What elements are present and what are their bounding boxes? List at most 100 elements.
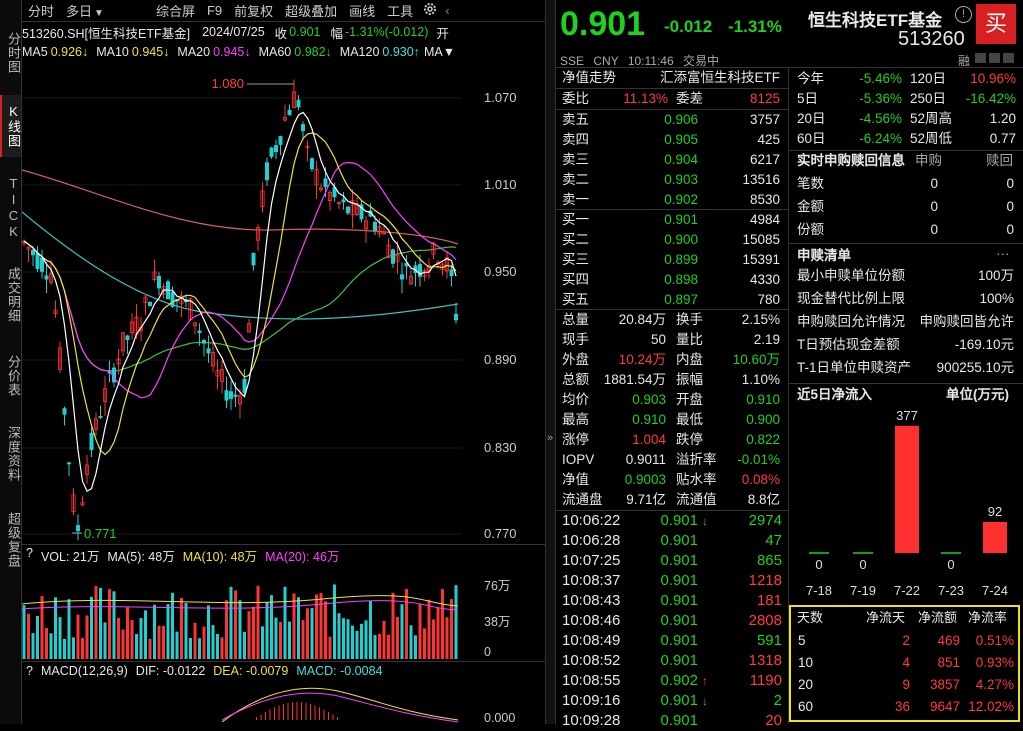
list-row-value: 申购赎回皆允许 <box>919 314 1015 329</box>
flow-unit: 单位(万元) <box>946 387 1009 402</box>
redeem-col-sell: 赎回 <box>986 153 1013 168</box>
ma5-label: MA5 <box>22 45 48 59</box>
list-row-value: -169.10元 <box>954 337 1014 352</box>
ma20-line <box>23 161 457 399</box>
buy-level-label: 买四 <box>562 272 589 287</box>
redeem-buy-value: 0 <box>930 222 938 237</box>
perf-value: -4.56% <box>859 111 902 126</box>
chart-info-bar: 513260.SH[恒生科技ETF基金] 2024/07/25 收 0.901 … <box>22 22 545 42</box>
tick-price: 0.901 <box>660 572 698 589</box>
macd-histogram <box>221 687 459 723</box>
tick-time: 10:09:16 <box>562 692 621 709</box>
buy-level-volume: 15391 <box>742 252 780 267</box>
ma-more-button[interactable]: MA▼ <box>424 45 455 59</box>
bar-date: 2024/07/25 <box>202 25 265 39</box>
volume-chart[interactable]: 76万 38万 0 <box>22 564 545 661</box>
sell-level-price: 0.903 <box>664 172 698 187</box>
vol-tick-3: 0 <box>484 645 491 659</box>
help-icon[interactable]: ? <box>26 664 33 682</box>
ma10-label: MA10 <box>96 45 129 59</box>
macd-chart[interactable]: 0.000 <box>22 682 545 724</box>
stat-label: 现手 <box>562 332 589 347</box>
redeem-title: 实时申购赎回信息 <box>797 153 905 168</box>
tab-depth-data[interactable]: 深度资料 <box>0 414 21 494</box>
stat-label: 换手 <box>676 312 703 327</box>
buy-button[interactable]: 买 <box>976 4 1016 44</box>
flow-days: 60 <box>798 699 814 714</box>
flow-category-label: 7-22 <box>894 583 920 598</box>
trading-status: 交易中 <box>683 54 720 68</box>
buy-level-price: 0.897 <box>664 292 698 307</box>
perf-label: 60日 <box>797 131 826 146</box>
tick-volume: 181 <box>756 592 782 609</box>
flow-title: 近5日净流入 <box>797 387 873 402</box>
tick-time: 10:08:52 <box>562 652 621 669</box>
panel-splitter[interactable]: » <box>545 0 556 724</box>
stat-value: -0.01% <box>737 452 780 467</box>
flow-table-header: 天数 <box>797 610 824 625</box>
perf-label: 52周低 <box>910 131 953 146</box>
ma5-line <box>23 111 457 493</box>
tick-price: 0.901 <box>660 512 698 529</box>
sell-level-label: 卖一 <box>562 192 589 207</box>
tick-volume: 47 <box>765 532 782 549</box>
chevron-left-icon[interactable]: ‹ <box>441 3 453 18</box>
buy-level-label: 买五 <box>562 292 589 307</box>
left-tab-bar: 分时图 K线图 TICK 成交明细 分价表 深度资料 超级复盘 <box>0 0 22 724</box>
tick-price: 0.901 <box>660 652 698 669</box>
stat-value: 0.910 <box>632 412 666 427</box>
stat-label: 最高 <box>562 412 589 427</box>
buy-level-volume: 4330 <box>749 272 780 287</box>
stat-value: 8.8亿 <box>747 492 780 507</box>
toolbar-multiday[interactable]: 多日 ▼ <box>60 1 110 20</box>
tab-tick[interactable]: TICK <box>0 168 21 248</box>
help-icon[interactable]: ? <box>26 546 33 564</box>
perf-label: 120日 <box>910 71 947 86</box>
gear-icon[interactable] <box>419 2 441 19</box>
more-icon[interactable]: ··· <box>996 244 1010 264</box>
tick-time: 10:08:49 <box>562 632 621 649</box>
quote-time: 10:11:46 <box>627 54 674 68</box>
flow-net-rate: 0.51% <box>975 633 1014 648</box>
double-chevron-icon[interactable]: » <box>547 432 553 444</box>
tick-volume: 1318 <box>748 652 782 669</box>
buy-level-volume: 4984 <box>749 212 780 227</box>
sell-level-volume: 8530 <box>749 192 780 207</box>
perf-label: 250日 <box>910 91 947 106</box>
open-label: 开 <box>436 26 449 41</box>
weibi-label: 委比 <box>562 91 589 106</box>
toolbar-tools[interactable]: 工具 <box>381 1 419 20</box>
flow-table-header: 净流额 <box>918 610 958 625</box>
tab-super-review[interactable]: 超级复盘 <box>0 500 21 580</box>
tab-deal-detail[interactable]: 成交明细 <box>0 255 21 335</box>
info-icon[interactable]: ! <box>955 6 972 23</box>
ma10-value: 0.945↓ <box>131 45 170 59</box>
stat-value: 1.004 <box>632 432 666 447</box>
tick-volume: 865 <box>756 552 782 569</box>
tick-price: 0.901 <box>660 712 698 729</box>
price-change: -0.012 <box>664 17 713 36</box>
tick-time: 10:09:28 <box>562 712 621 729</box>
low-label: 0.771 <box>84 526 117 541</box>
toolbar-fenshi[interactable]: 分时 <box>22 1 60 20</box>
flow-net-amount: 3857 <box>929 677 960 692</box>
divider <box>22 544 545 545</box>
tick-volume: 20 <box>765 712 782 729</box>
tick-price: 0.901 <box>660 632 698 649</box>
flow-net-rate: 4.27% <box>975 677 1014 692</box>
tab-fenshi[interactable]: 分时图 <box>0 22 21 84</box>
nav-trend-link[interactable]: 净值走势 <box>562 68 616 88</box>
kline-chart[interactable]: 1.080 0.771 1.070 1.010 0.950 0.890 0.83… <box>22 62 545 544</box>
toolbar-adjust[interactable]: 前复权 <box>228 1 279 20</box>
ma-legend: MA5 0.926↓ MA10 0.945↓ MA20 0.945↓ MA60 … <box>22 42 545 62</box>
vol-ma10: MA(10): 48万 <box>182 550 258 564</box>
price-change-pct: -1.31% <box>728 17 782 36</box>
tab-kline[interactable]: K线图 <box>0 95 21 157</box>
chart-toolbar: 分时 多日 ▼ 综合屏 F9 前复权 超级叠加 画线 工具 ‹ <box>22 0 545 22</box>
tab-price-table[interactable]: 分价表 <box>0 345 21 407</box>
toolbar-draw[interactable]: 画线 <box>343 1 381 20</box>
buy-level-price: 0.899 <box>664 252 698 267</box>
toolbar-composite-screen[interactable]: 综合屏 <box>150 1 201 20</box>
toolbar-overlay[interactable]: 超级叠加 <box>279 1 343 20</box>
toolbar-f9[interactable]: F9 <box>201 3 228 18</box>
